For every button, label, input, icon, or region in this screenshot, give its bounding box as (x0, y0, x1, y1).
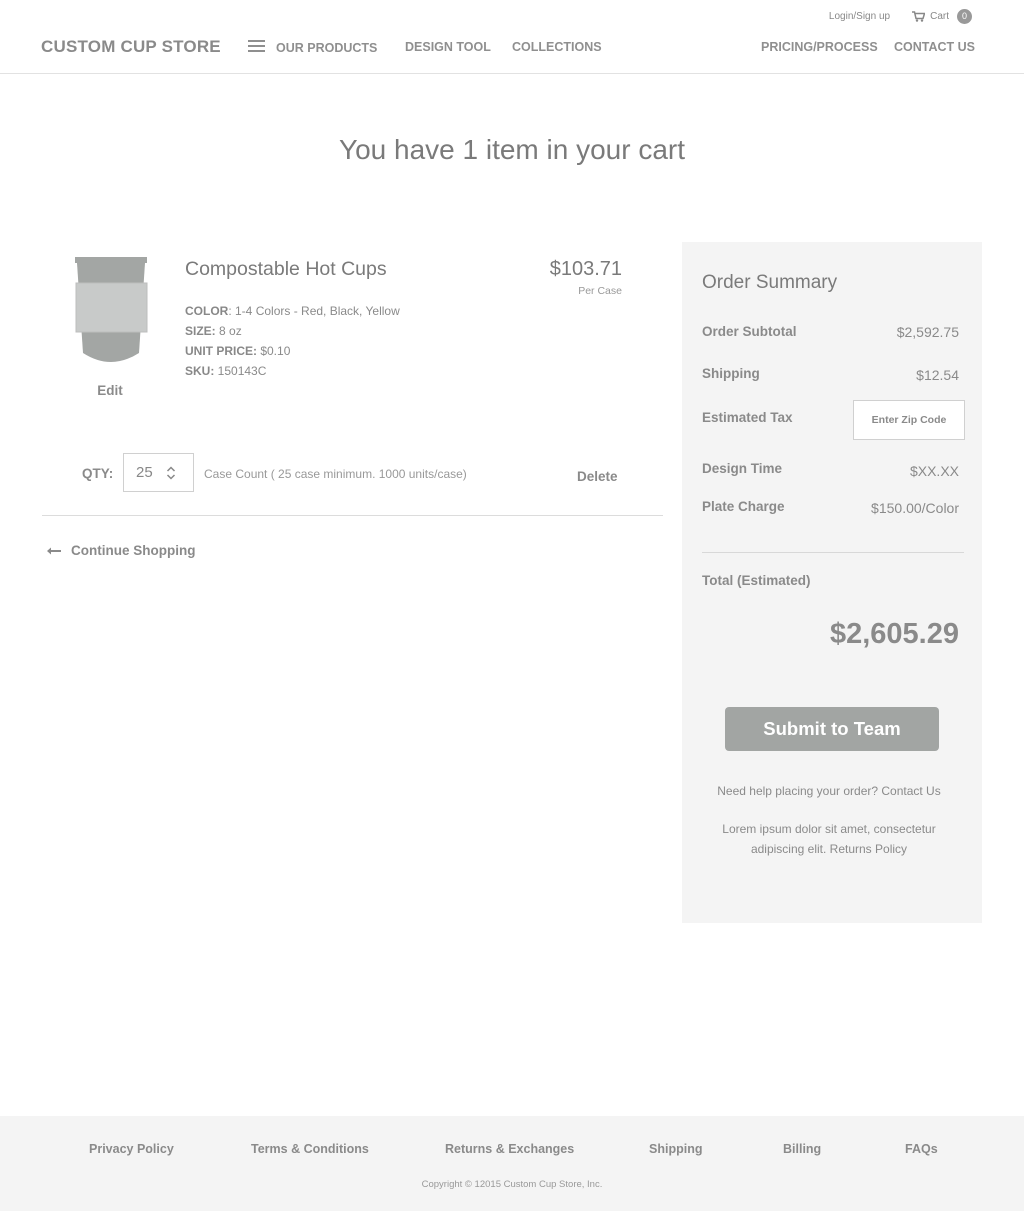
cart-count-badge: 0 (957, 9, 972, 24)
product-image (75, 257, 148, 362)
item-price: $103.71 (549, 258, 622, 280)
footer-link-shipping[interactable]: Shipping (649, 1142, 702, 1156)
plate-charge-value: $150.00/Color (871, 500, 959, 516)
menu-icon (248, 40, 265, 55)
shipping-value: $12.54 (916, 367, 959, 383)
nav-contact-us[interactable]: CONTACT US (894, 40, 975, 54)
arrow-left-icon (47, 547, 61, 554)
footer-link-terms[interactable]: Terms & Conditions (251, 1142, 369, 1156)
shipping-label: Shipping (702, 366, 760, 381)
submit-to-team-button[interactable]: Submit to Team (725, 707, 939, 751)
nav-pricing-process[interactable]: PRICING/PROCESS (761, 40, 878, 54)
qty-label: QTY: (82, 466, 114, 481)
quantity-input[interactable] (124, 464, 162, 481)
case-count-note: Case Count ( 25 case minimum. 1000 units… (204, 467, 467, 481)
footer-link-privacy-policy[interactable]: Privacy Policy (89, 1142, 174, 1156)
footer-link-returns[interactable]: Returns & Exchanges (445, 1142, 574, 1156)
page-title: You have 1 item in your cart (338, 134, 686, 165)
spec-size: SIZE: 8 oz (185, 324, 242, 338)
footer-link-billing[interactable]: Billing (783, 1142, 821, 1156)
continue-shopping-link[interactable]: Continue Shopping (47, 543, 195, 558)
nav-our-products-label: OUR PRODUCTS (276, 40, 378, 55)
continue-shopping-label: Continue Shopping (71, 543, 196, 558)
nav-collections[interactable]: COLLECTIONS (512, 40, 602, 54)
summary-divider (702, 552, 964, 553)
site-logo[interactable]: CUSTOM CUP STORE (41, 37, 221, 57)
edit-item-link[interactable]: Edit (75, 383, 145, 398)
product-specs: COLOR: 1-4 Colors - Red, Black, Yellow S… (185, 301, 400, 381)
product-name: Compostable Hot Cups (185, 258, 387, 280)
utility-bar: Login/Sign up Cart 0 (829, 9, 972, 24)
plate-charge-label: Plate Charge (702, 499, 785, 514)
zip-code-input[interactable] (853, 400, 965, 440)
nav-design-tool[interactable]: DESIGN TOOL (405, 40, 491, 54)
subtotal-label: Order Subtotal (702, 324, 797, 339)
login-link[interactable]: Login/Sign up (829, 11, 890, 22)
order-summary-title: Order Summary (702, 272, 838, 293)
site-header: Login/Sign up Cart 0 CUSTOM CUP STORE OU… (0, 0, 1024, 74)
site-footer: Privacy Policy Terms & Conditions Return… (0, 1116, 1024, 1211)
estimated-tax-label: Estimated Tax (702, 410, 793, 425)
price-unit: Per Case (578, 285, 622, 297)
returns-policy-text[interactable]: Lorem ipsum dolor sit amet, consectetur … (702, 819, 956, 859)
total-amount: $2,605.29 (829, 618, 959, 650)
cart-icon (912, 11, 926, 22)
total-label: Total (Estimated) (702, 573, 811, 588)
spec-color: COLOR: 1-4 Colors - Red, Black, Yellow (185, 304, 400, 318)
cart-link[interactable]: Cart 0 (912, 9, 972, 24)
item-divider (42, 515, 663, 516)
quantity-stepper[interactable] (123, 453, 194, 492)
spec-unit-price: UNIT PRICE: $0.10 (185, 344, 291, 358)
design-time-value: $XX.XX (909, 463, 959, 479)
copyright: Copyright © 12015 Custom Cup Store, Inc. (421, 1179, 603, 1190)
delete-item-link[interactable]: Delete (577, 469, 618, 484)
nav-our-products[interactable]: OUR PRODUCTS (248, 40, 377, 55)
cart-label: Cart (930, 11, 949, 22)
spec-sku: SKU: 150143C (185, 364, 267, 378)
help-text[interactable]: Need help placing your order? Contact Us (702, 784, 956, 798)
footer-link-faqs[interactable]: FAQs (905, 1142, 938, 1156)
design-time-label: Design Time (702, 461, 783, 476)
order-summary-panel: Order Summary Order Subtotal $2,592.75 S… (682, 242, 982, 923)
subtotal-value: $2,592.75 (896, 324, 959, 340)
stepper-arrows-icon[interactable] (166, 465, 176, 480)
